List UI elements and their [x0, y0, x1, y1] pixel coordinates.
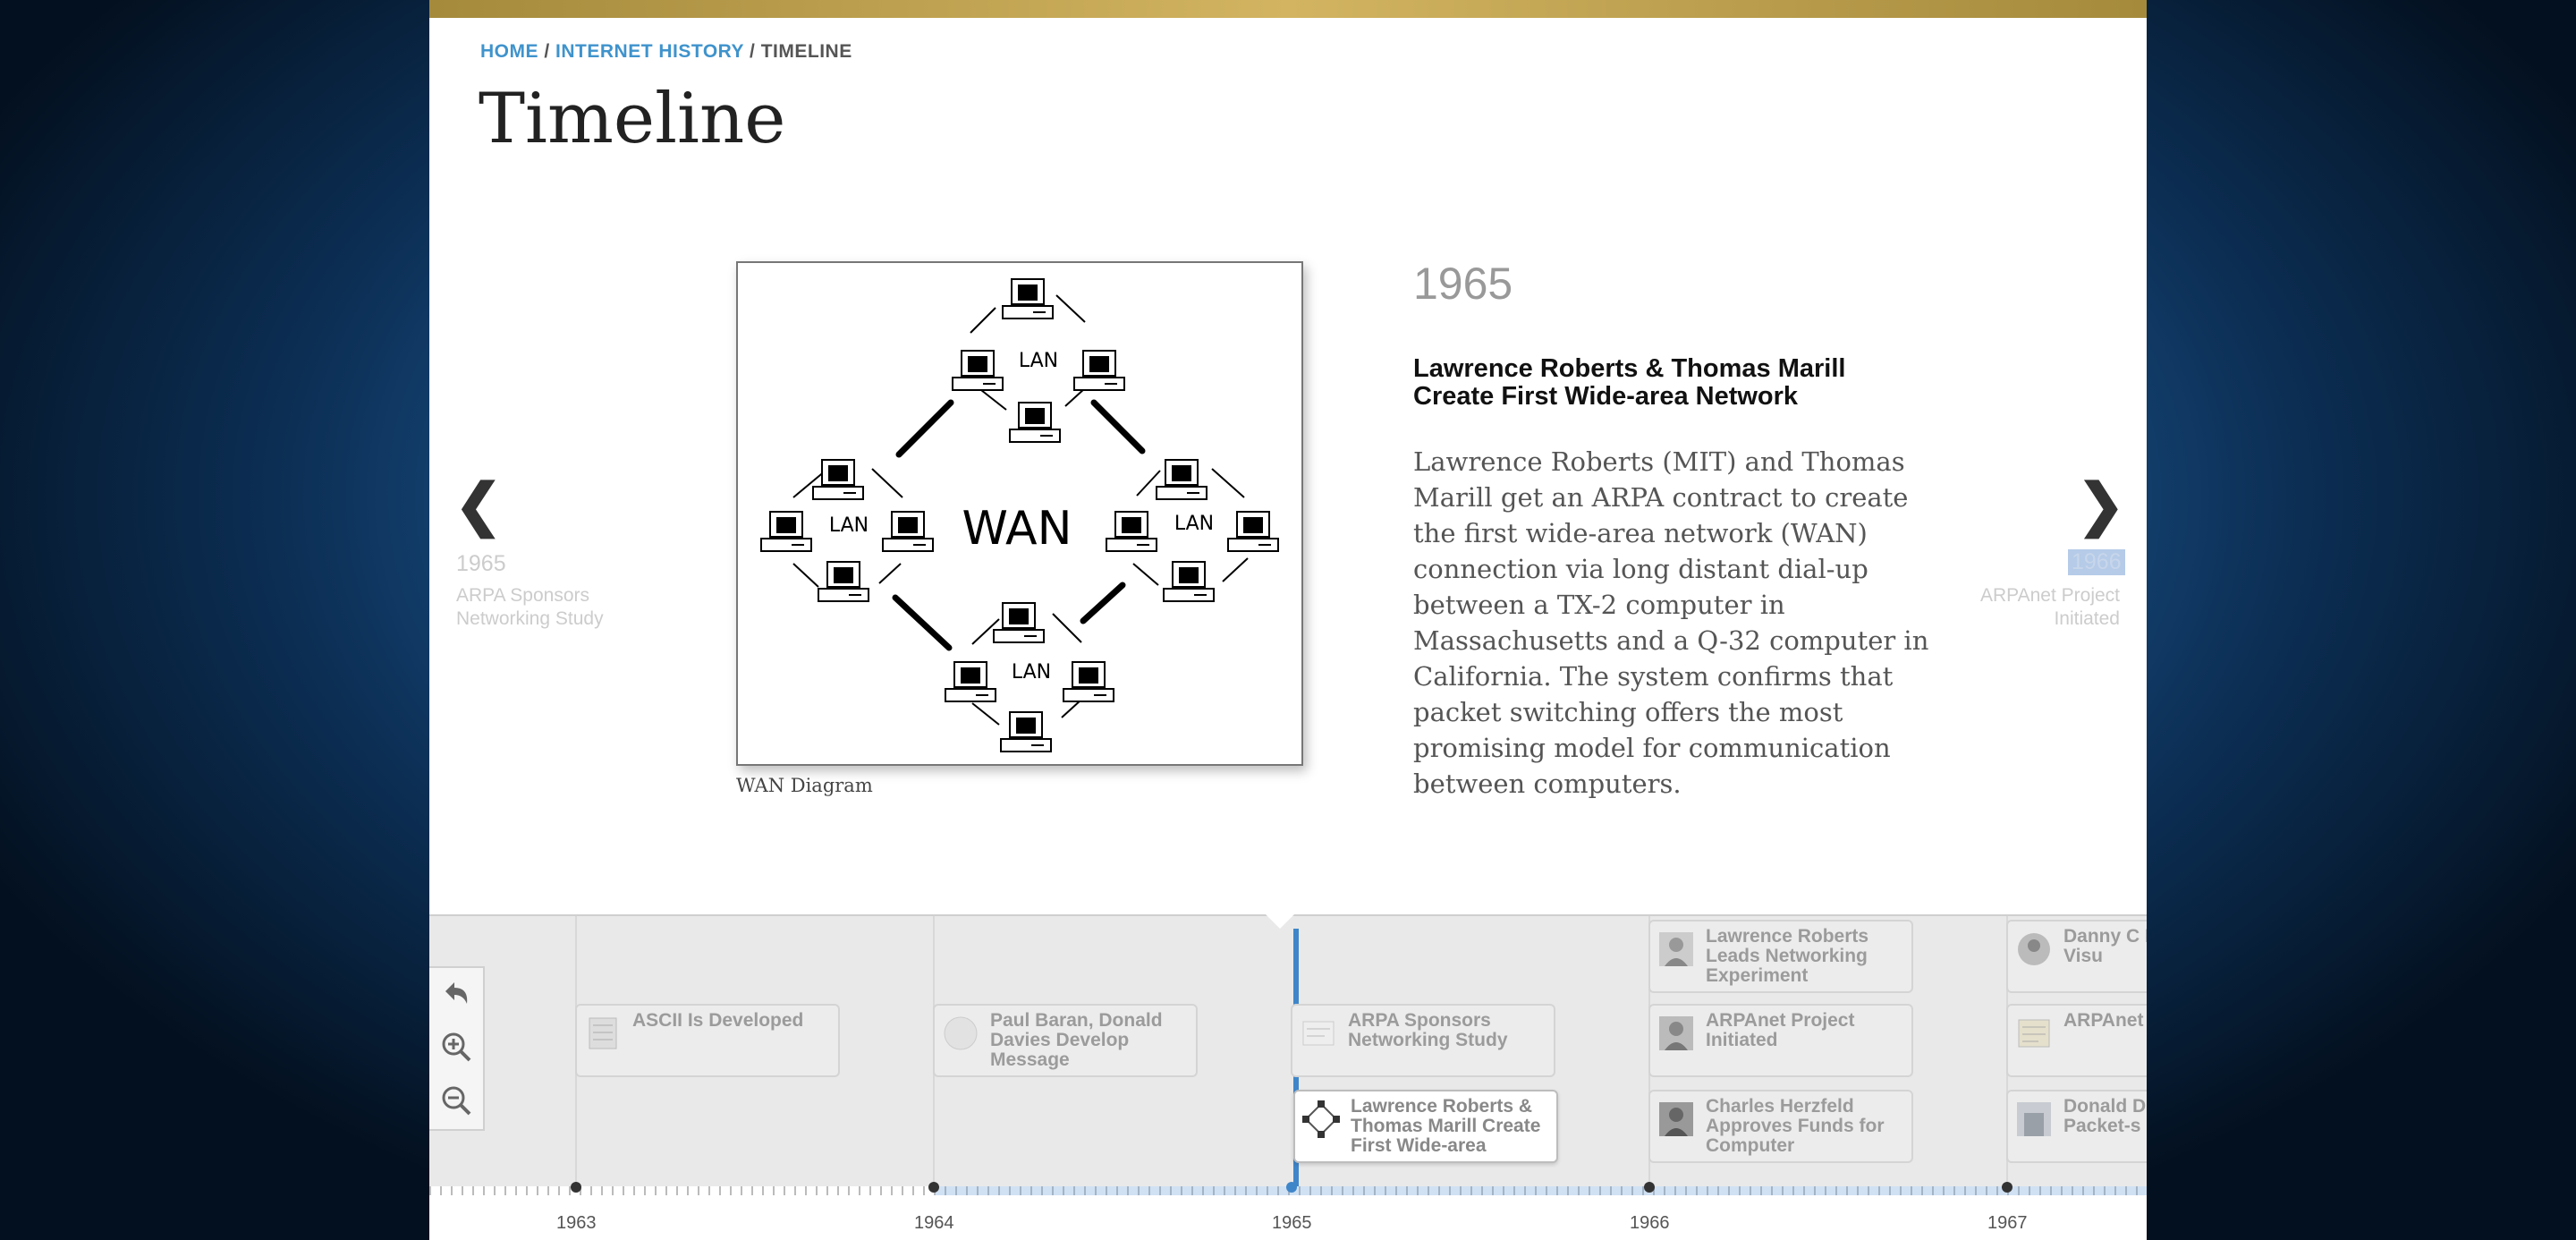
prev-slide-title[interactable]: ARPA Sponsors Networking Study [456, 584, 608, 631]
breadcrumb-internet-history-link[interactable]: INTERNET HISTORY [555, 41, 744, 62]
axis-marker-1963 [571, 1182, 581, 1193]
axis-marker-1966 [1644, 1182, 1655, 1193]
network-diagram-thumbnail-icon [1302, 1100, 1340, 1138]
back-arrow-icon[interactable] [438, 975, 474, 1011]
slide-headline: Lawrence Roberts & Thomas Marill Create … [1413, 354, 1846, 411]
portrait-thumbnail-icon [1659, 1102, 1693, 1136]
timeline-event-title: ARPA Sponsors Networking Study [1348, 1011, 1508, 1050]
zoom-out-icon[interactable] [438, 1083, 474, 1118]
page-title: Timeline [479, 79, 786, 159]
timeline-event-title: Danny C Develop time Visu [2063, 927, 2147, 966]
timeline-event-arpanet-initiated[interactable]: ARPAnet Project Initiated [1648, 1004, 1913, 1077]
timeline-event-title: Lawrence Roberts Leads Networking Experi… [1706, 927, 1869, 986]
document-thumbnail-icon [2018, 1019, 2050, 1048]
wan-diagram-svg: LAN LAN LAN LAN WAN [760, 278, 1279, 752]
breadcrumb-home-link[interactable]: HOME [480, 41, 538, 62]
axis-label-1967: 1967 [1987, 1213, 2028, 1233]
slide-pointer-notch [1266, 914, 1294, 929]
wan-label: WAN [962, 502, 1072, 556]
timeline-event-roberts-marill-active[interactable]: Lawrence Roberts & Thomas Marill Create … [1293, 1090, 1558, 1163]
prev-slide-button[interactable]: ❮ [454, 476, 503, 533]
portrait-thumbnail-icon [944, 1016, 978, 1050]
document-thumbnail-icon [589, 1017, 617, 1049]
slide-year: 1965 [1413, 259, 1513, 309]
next-slide-title[interactable]: ARPAnet Project Initiated [1932, 584, 2120, 631]
timeline-event-ascii[interactable]: ASCII Is Developed [575, 1004, 840, 1077]
lan-label-right: LAN [1174, 513, 1214, 535]
timeline-tools [429, 966, 485, 1131]
breadcrumb-separator: / [544, 41, 550, 62]
axis-marker-1964 [928, 1182, 939, 1193]
timeline-axis[interactable]: 1963 1964 1965 1966 1967 [429, 1182, 2147, 1240]
axis-label-1965: 1965 [1272, 1213, 1312, 1233]
lan-label-left: LAN [829, 514, 869, 537]
next-slide-button[interactable]: ❯ [2077, 476, 2125, 533]
timeline-event-arpa-study[interactable]: ARPA Sponsors Networking Study [1291, 1004, 1555, 1077]
breadcrumb-current: TIMELINE [760, 41, 852, 62]
timeline-event-title: Charles Herzfeld Approves Funds for Comp… [1706, 1097, 1885, 1156]
timeline-event-arpanet-begins[interactable]: ARPAnet Begins [2006, 1004, 2147, 1077]
timeline-event-title: ASCII Is Developed [632, 1011, 804, 1031]
zoom-in-icon[interactable] [438, 1029, 474, 1065]
slide-description: Lawrence Roberts (MIT) and Thomas Marill… [1413, 446, 1929, 799]
document-thumbnail-icon [1302, 1021, 1335, 1046]
page: HOME / INTERNET HISTORY / TIMELINE Timel… [429, 0, 2147, 1240]
portrait-thumbnail-icon [2018, 933, 2050, 965]
axis-marker-1967 [2002, 1182, 2012, 1193]
timeline-navigation[interactable]: ASCII Is Developed Paul Baran, Donald Da… [429, 914, 2147, 1240]
timeline-event-baran-davies[interactable]: Paul Baran, Donald Davies Develop Messag… [933, 1004, 1198, 1077]
header-gold-bar [429, 0, 2147, 18]
timeline-event-herzfeld-funds[interactable]: Charles Herzfeld Approves Funds for Comp… [1648, 1090, 1913, 1163]
axis-label-1966: 1966 [1630, 1213, 1670, 1233]
lan-label-bottom: LAN [1012, 661, 1051, 684]
axis-visible-range [935, 1186, 2147, 1195]
timeline-event-title: Donald D Publishe Packet-s [2063, 1097, 2147, 1136]
timeline-event-title: ARPAnet Project Initiated [1706, 1011, 1855, 1050]
portrait-thumbnail-icon [1659, 1016, 1693, 1050]
axis-label-1963: 1963 [556, 1213, 597, 1233]
prev-slide-year[interactable]: 1965 [456, 551, 506, 577]
lan-label-top: LAN [1019, 350, 1058, 372]
wan-diagram-image: LAN LAN LAN LAN WAN [736, 261, 1303, 766]
axis-marker-1965 [1286, 1182, 1297, 1193]
timeline-event-danny-cohen[interactable]: Danny C Develop time Visu [2006, 920, 2147, 993]
image-caption: WAN Diagram [736, 775, 873, 796]
breadcrumb-separator: / [750, 41, 756, 62]
axis-label-1964: 1964 [914, 1213, 954, 1233]
timeline-event-donald-davies-publishes[interactable]: Donald D Publishe Packet-s [2006, 1090, 2147, 1163]
timeline-event-roberts-experiment[interactable]: Lawrence Roberts Leads Networking Experi… [1648, 920, 1913, 993]
photo-thumbnail-icon [2017, 1102, 2051, 1136]
timeline-event-title: ARPAnet Begins [2063, 1011, 2147, 1031]
portrait-thumbnail-icon [1659, 932, 1693, 966]
breadcrumb: HOME / INTERNET HISTORY / TIMELINE [480, 41, 852, 63]
timeline-event-title: Paul Baran, Donald Davies Develop Messag… [990, 1011, 1163, 1070]
next-slide-year[interactable]: 1966 [2068, 549, 2125, 575]
timeline-event-title: Lawrence Roberts & Thomas Marill Create … [1351, 1097, 1541, 1156]
